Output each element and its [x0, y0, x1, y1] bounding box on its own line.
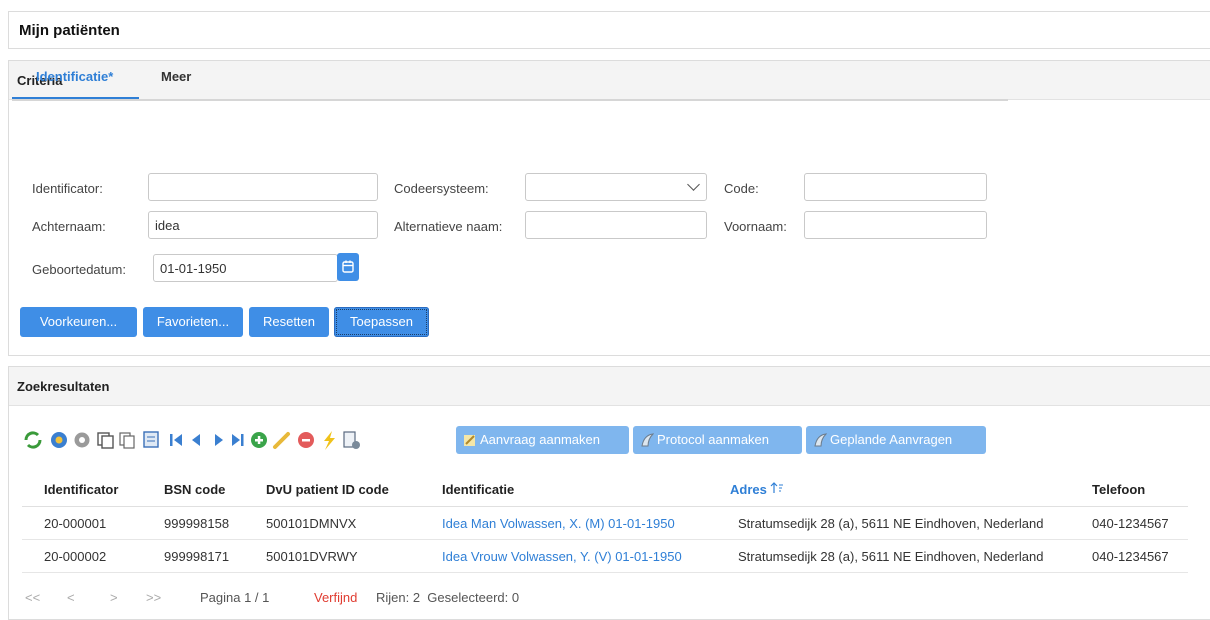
table-row[interactable]: 20-000002 999998171 500101DVRWY Idea Vro…	[22, 539, 1188, 573]
cell-dvu-patient-id: 500101DMNVX	[266, 506, 442, 540]
planned-icon	[814, 433, 827, 447]
delete-icon[interactable]	[298, 432, 314, 448]
results-header: Zoekresultaten	[9, 367, 1210, 406]
alternatieve-naam-label: Alternatieve naam:	[394, 219, 503, 234]
geplande-aanvragen-button[interactable]: Geplande Aanvragen	[806, 426, 986, 454]
cell-adres: Stratumsedijk 28 (a), 5611 NE Eindhoven,…	[730, 539, 1092, 573]
lightning-icon[interactable]	[324, 431, 335, 450]
refresh-icon[interactable]	[24, 431, 42, 449]
request-icon	[464, 435, 475, 446]
cell-bsn-code: 999998171	[164, 539, 266, 573]
col-dvu-patient-id[interactable]: DvU patient ID code	[266, 472, 442, 507]
prev-page-icon[interactable]	[192, 434, 200, 446]
results-table: Identificator BSN code DvU patient ID co…	[22, 472, 1188, 573]
active-tab-indicator	[12, 97, 139, 99]
table-header-row: Identificator BSN code DvU patient ID co…	[22, 472, 1188, 507]
col-adres-label: Adres	[730, 481, 767, 497]
refine-indicator[interactable]: Verfijnd	[314, 590, 357, 605]
identificator-label: Identificator:	[32, 181, 103, 196]
cell-telefoon: 040-1234567	[1092, 539, 1188, 573]
protocol-aanmaken-label: Protocol aanmaken	[657, 432, 770, 447]
pager-prev-button[interactable]: <	[67, 590, 75, 605]
cell-identificator: 20-000001	[22, 506, 164, 540]
toepassen-button[interactable]: Toepassen	[334, 307, 429, 337]
col-adres[interactable]: Adres	[730, 472, 1092, 507]
last-page-icon[interactable]	[232, 434, 244, 446]
criteria-tabs: Identificatie* Meer	[12, 60, 1008, 101]
col-bsn-code[interactable]: BSN code	[164, 472, 266, 507]
cell-bsn-code: 999998158	[164, 506, 266, 540]
geplande-aanvragen-label: Geplande Aanvragen	[830, 432, 953, 447]
pager-page-info: Pagina 1 / 1	[200, 590, 270, 605]
aanvraag-aanmaken-button[interactable]: Aanvraag aanmaken	[456, 426, 629, 454]
protocol-aanmaken-button[interactable]: Protocol aanmaken	[633, 426, 802, 454]
pager-next-button[interactable]: >	[110, 590, 118, 605]
first-page-icon[interactable]	[170, 434, 182, 446]
code-label: Code:	[724, 181, 759, 196]
edit-icon[interactable]	[273, 432, 290, 449]
calendar-button[interactable]	[337, 253, 359, 281]
cell-adres: Stratumsedijk 28 (a), 5611 NE Eindhoven,…	[730, 506, 1092, 540]
alternatieve-naam-input[interactable]	[525, 211, 707, 239]
pager-last-button[interactable]: >>	[146, 590, 161, 605]
voorkeuren-button[interactable]: Voorkeuren...	[20, 307, 137, 337]
codeersysteem-select[interactable]	[525, 173, 707, 201]
copy-icon[interactable]	[119, 432, 135, 449]
calendar-icon	[342, 260, 354, 273]
add-icon[interactable]	[251, 432, 267, 448]
select-all-icon[interactable]	[97, 432, 114, 449]
favorieten-button[interactable]: Favorieten...	[143, 307, 243, 337]
pager-first-button[interactable]: <<	[25, 590, 40, 605]
sync-settings-icon[interactable]	[51, 432, 67, 448]
geboortedatum-input[interactable]	[153, 254, 338, 282]
geboortedatum-label: Geboortedatum:	[32, 262, 126, 277]
voornaam-input[interactable]	[804, 211, 987, 239]
page-title: Mijn patiënten	[19, 22, 120, 39]
gear-icon[interactable]	[74, 432, 90, 448]
chevron-down-icon	[687, 178, 700, 191]
achternaam-input[interactable]	[148, 211, 378, 239]
cell-dvu-patient-id: 500101DVRWY	[266, 539, 442, 573]
page-header: Mijn patiënten	[8, 11, 1210, 49]
codeersysteem-label: Codeersysteem:	[394, 181, 489, 196]
protocol-icon	[641, 433, 654, 447]
results-toolbar	[24, 431, 360, 450]
resetten-button[interactable]: Resetten	[249, 307, 329, 337]
cell-telefoon: 040-1234567	[1092, 506, 1188, 540]
pager-summary: Rijen: 2 Geselecteerd: 0	[376, 590, 520, 605]
cell-identificatie-link[interactable]: Idea Man Volwassen, X. (M) 01-01-1950	[442, 506, 730, 540]
sort-ascending-icon	[771, 481, 784, 493]
code-input[interactable]	[804, 173, 987, 201]
tab-meer[interactable]: Meer	[161, 69, 191, 84]
results-title: Zoekresultaten	[17, 379, 110, 394]
document-settings-icon[interactable]	[343, 431, 360, 449]
achternaam-label: Achternaam:	[32, 219, 106, 234]
aanvraag-aanmaken-label: Aanvraag aanmaken	[480, 432, 600, 447]
tab-identificatie[interactable]: Identificatie*	[36, 69, 113, 84]
col-identificatie[interactable]: Identificatie	[442, 472, 730, 507]
table-row[interactable]: 20-000001 999998158 500101DMNVX Idea Man…	[22, 506, 1188, 540]
export-icon[interactable]	[143, 431, 159, 448]
col-telefoon[interactable]: Telefoon	[1092, 472, 1188, 507]
col-identificator[interactable]: Identificator	[22, 472, 164, 507]
next-page-icon[interactable]	[215, 434, 223, 446]
identificator-input[interactable]	[148, 173, 378, 201]
voornaam-label: Voornaam:	[724, 219, 787, 234]
cell-identificatie-link[interactable]: Idea Vrouw Volwassen, Y. (V) 01-01-1950	[442, 539, 730, 573]
cell-identificator: 20-000002	[22, 539, 164, 573]
